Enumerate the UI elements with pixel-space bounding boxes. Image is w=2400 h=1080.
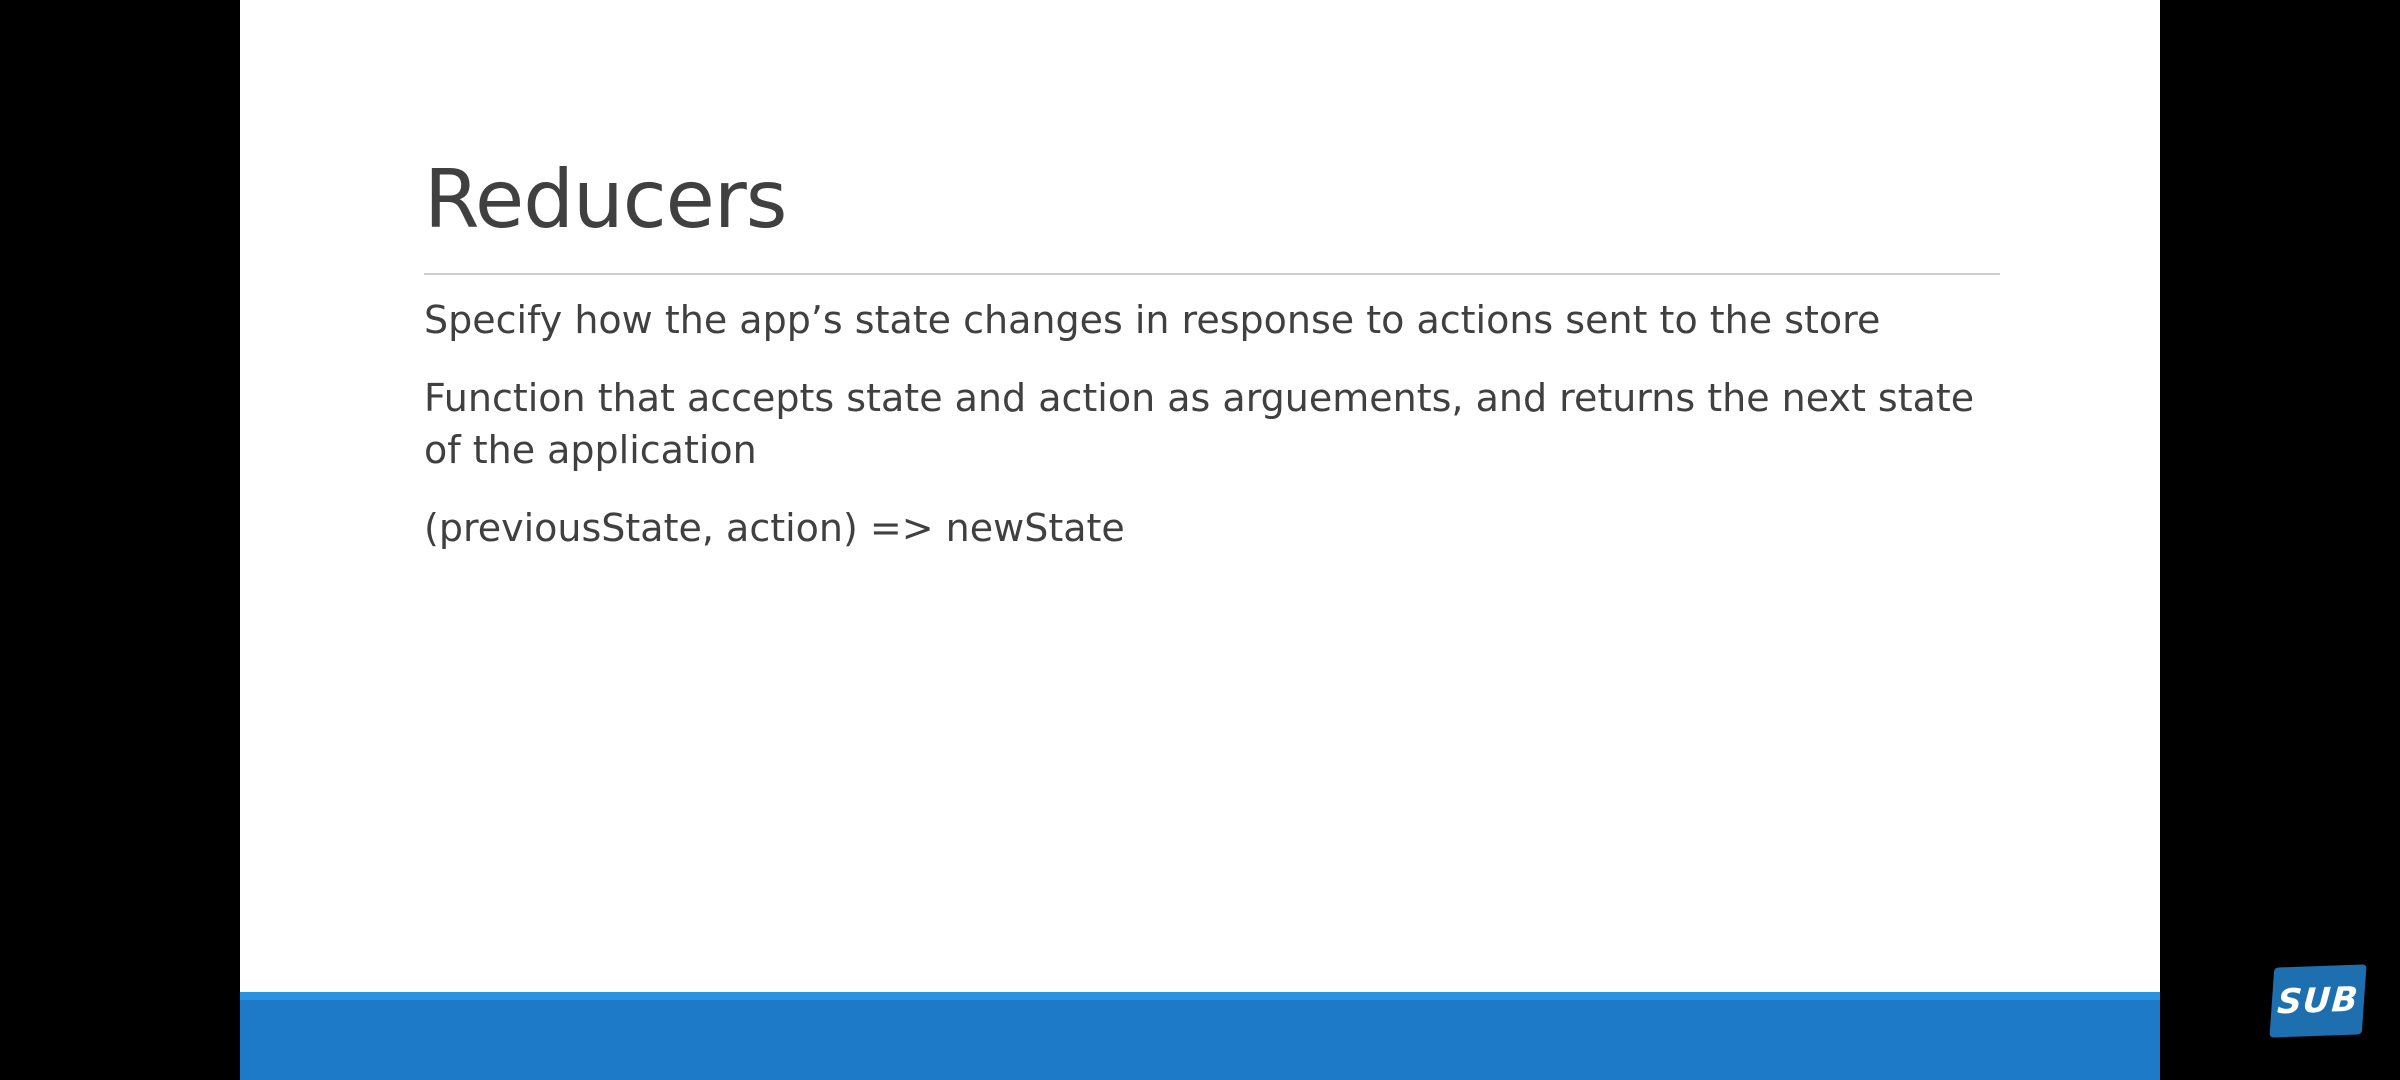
video-player[interactable]: Reducers Specify how the app’s state cha… xyxy=(0,0,2400,1080)
slide-bullet: Function that accepts state and action a… xyxy=(424,376,1975,472)
footer-bar xyxy=(240,1000,2160,1080)
slide-bullet-list: Specify how the app’s state changes in r… xyxy=(424,294,2004,580)
footer-accent-stripe xyxy=(240,992,2160,1000)
subscribe-badge-icon[interactable]: SUB xyxy=(2269,964,2367,1038)
subscribe-badge-label: SUB xyxy=(2275,979,2361,1023)
slide-bullet: Specify how the app’s state changes in r… xyxy=(424,298,1881,342)
title-divider xyxy=(424,273,2000,275)
slide-bullet: (previousState, action) => newState xyxy=(424,506,1125,550)
slide-title: Reducers xyxy=(424,153,787,246)
presentation-slide: Reducers Specify how the app’s state cha… xyxy=(240,0,2160,1080)
